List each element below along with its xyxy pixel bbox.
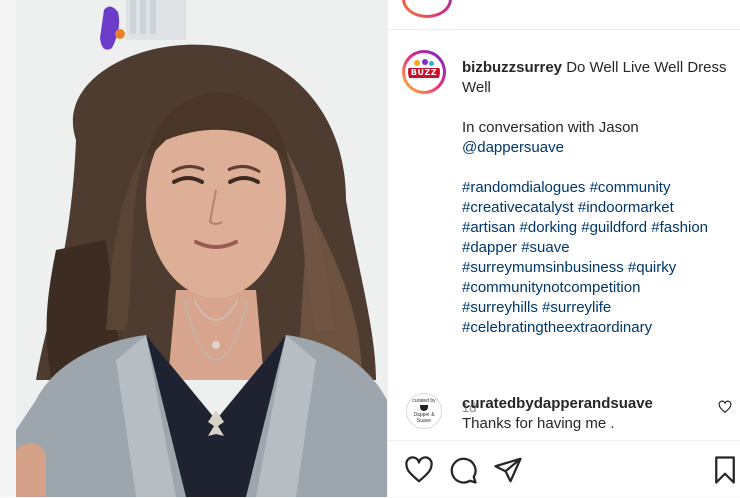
comment-icon [450,457,477,484]
hashtag-line[interactable]: #creativecatalyst #indoormarket [462,198,734,218]
logo-dot-purple [422,59,428,65]
author-username[interactable]: bizbuzzsurrey [462,59,562,76]
comment-text: Thanks for having me . [462,415,615,432]
caption-first-line: bizbuzzsurrey Do Well Live Well Dress We… [462,58,734,98]
logo-text: BUZZ [408,68,440,78]
post-details-pane: BUZZ bizbuzzsurrey Do Well Live Well Dre… [387,0,740,497]
hashtag-line[interactable]: #randomdialogues #community [462,178,734,198]
hashtag-line[interactable]: #dapper #suave [462,238,734,258]
commenter-username[interactable]: curatedbydapperandsuave [462,395,653,412]
commenter-avatar-text-bottom: Dapper & Suave [413,412,435,424]
hashtag-line[interactable]: #communitynotcompetition [462,278,734,298]
post-video[interactable] [16,0,387,497]
post-header-strip [388,0,740,30]
comment-like-heart-icon[interactable] [718,400,732,414]
header-avatar[interactable] [402,0,452,18]
hashtag-line[interactable]: #surreymumsinbusiness #quirky [462,258,734,278]
beard-icon [420,405,428,411]
hashtag-line[interactable]: #celebratingtheextraordinary [462,318,734,338]
bizbuzz-logo: BUZZ [408,56,440,88]
hashtag-line[interactable]: #artisan #dorking #guildford #fashion [462,218,734,238]
author-avatar[interactable]: BUZZ [402,50,446,94]
save-button[interactable] [710,455,740,485]
hashtag-line[interactable]: #surreyhills #surreylife [462,298,734,318]
logo-dot-orange [414,60,420,66]
instagram-post-viewer: BUZZ bizbuzzsurrey Do Well Live Well Dre… [0,0,740,497]
left-edge [0,0,17,497]
author-avatar-inner: BUZZ [405,53,443,91]
comment-button[interactable] [448,455,478,485]
share-button[interactable] [493,455,523,485]
heart-icon [405,456,433,483]
caption-line-conversation: In conversation with Jason [462,119,639,136]
commenter-avatar[interactable]: curated by Dapper & Suave [406,393,442,429]
post-actions-bar [388,440,740,498]
commenter-avatar-text-top: curated by [412,398,436,404]
share-icon [494,457,522,483]
video-frame-illustration [16,0,387,497]
bookmark-icon [715,456,735,484]
like-button[interactable] [404,455,434,485]
logo-dot-blue [429,61,434,66]
mention-link[interactable]: @dappersuave [462,138,734,158]
post-caption: bizbuzzsurrey Do Well Live Well Dress We… [462,58,734,338]
